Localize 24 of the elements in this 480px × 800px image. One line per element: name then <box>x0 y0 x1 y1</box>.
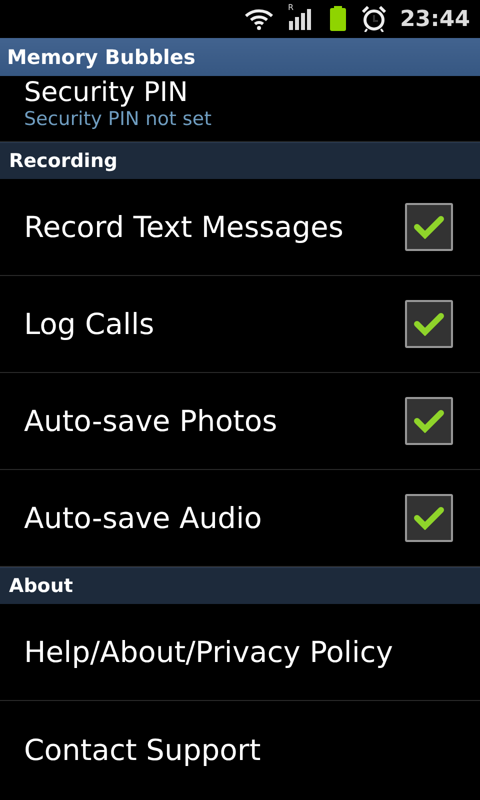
checkmark-icon <box>414 215 444 239</box>
alarm-clock-icon <box>362 6 386 32</box>
checkbox[interactable] <box>405 494 453 542</box>
checkbox[interactable] <box>405 300 453 348</box>
setting-summary: Security PIN not set <box>24 108 212 130</box>
battery-icon <box>328 6 348 32</box>
wifi-icon <box>244 7 274 31</box>
clock-time: 23:44 <box>400 6 470 32</box>
checkmark-icon <box>414 506 444 530</box>
category-header: Recording <box>0 142 480 179</box>
checkmark-icon <box>414 312 444 336</box>
roaming-indicator: R <box>288 4 294 12</box>
checkbox[interactable] <box>405 397 453 445</box>
setting-label[interactable]: Log Calls <box>24 307 154 341</box>
category-header: About <box>0 567 480 604</box>
setting-label[interactable]: Record Text Messages <box>24 210 344 244</box>
setting-label[interactable]: Auto-save Photos <box>24 404 278 438</box>
checkbox[interactable] <box>405 203 453 251</box>
setting-title[interactable]: Security PIN <box>24 76 188 110</box>
checkmark-icon <box>414 409 444 433</box>
setting-label[interactable]: Help/About/Privacy Policy <box>24 635 394 669</box>
setting-label[interactable]: Auto-save Audio <box>24 501 262 535</box>
app-title-bar: Memory Bubbles <box>0 38 480 76</box>
setting-label[interactable]: Contact Support <box>24 732 261 766</box>
